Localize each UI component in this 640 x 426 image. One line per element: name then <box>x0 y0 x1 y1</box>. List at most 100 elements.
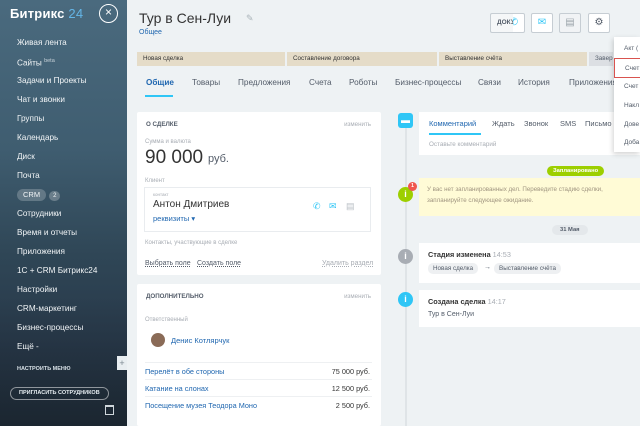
product-row: Катание на слонах 12 500 руб. <box>145 379 372 396</box>
date-separator: 31 Мая <box>552 225 588 235</box>
tab-links[interactable]: Связи <box>478 78 501 87</box>
composer-tab-email[interactable]: Письмо <box>585 119 612 128</box>
product-price: 12 500 руб. <box>331 384 370 393</box>
arrow-icon: → <box>484 264 491 271</box>
chat-icon[interactable]: ▤ <box>346 201 355 212</box>
gear-icon: ⚙ <box>594 17 604 28</box>
sidebar-item-settings[interactable]: Настройки <box>0 280 127 299</box>
document-button[interactable]: ДОКУМЕНТ <box>490 13 513 33</box>
dropdown-item-highlighted[interactable]: Счет <box>614 58 640 78</box>
product-price: 2 500 руб. <box>335 401 370 410</box>
product-price: 75 000 руб. <box>331 367 370 376</box>
tab-general[interactable]: Общие <box>146 78 174 87</box>
responsible-label: Ответственный <box>145 317 188 323</box>
avatar <box>151 333 165 347</box>
pencil-icon[interactable]: ✎ <box>246 13 254 24</box>
sidebar-item-bp[interactable]: Бизнес-процессы <box>0 318 127 337</box>
sidebar-item-1c[interactable]: 1С + CRM Битрикс24 <box>0 261 127 280</box>
product-name[interactable]: Посещение музея Теодора Моно <box>145 401 257 410</box>
info-icon: i <box>398 292 413 307</box>
edit-link[interactable]: изменить <box>344 121 371 128</box>
configure-menu-link[interactable]: НАСТРОИТЬ МЕНЮ <box>17 366 71 372</box>
dropdown-item[interactable]: Акт ( <box>614 39 640 59</box>
dropdown-item[interactable]: Счет <box>614 77 640 97</box>
edit-link[interactable]: изменить <box>344 293 371 300</box>
phone-icon[interactable]: ✆ <box>313 201 321 212</box>
crm-count-badge: 2 <box>49 191 61 201</box>
contact-name[interactable]: Антон Дмитриев <box>153 199 229 210</box>
sidebar-item-groups[interactable]: Группы <box>0 109 127 128</box>
chat-icon: ▤ <box>565 17 575 28</box>
logo[interactable]: Битрикс 24 <box>10 6 83 21</box>
sidebar-item-apps[interactable]: Приложения <box>0 242 127 261</box>
active-tab-underline <box>145 95 173 97</box>
deal-currency: руб. <box>208 153 229 165</box>
info-icon: i <box>398 249 413 264</box>
tab-bp[interactable]: Бизнес-процессы <box>395 78 461 87</box>
timeline-line <box>405 128 407 426</box>
tab-products[interactable]: Товары <box>192 78 220 87</box>
dropdown-item[interactable]: Накл <box>614 96 640 116</box>
stage-finish[interactable]: Заверш <box>589 52 613 66</box>
tab-robots[interactable]: Роботы <box>349 78 377 87</box>
sidebar-item-live-feed[interactable]: Живая лента <box>0 33 127 52</box>
trash-icon[interactable] <box>105 405 114 415</box>
sidebar-item-time[interactable]: Время и отчеты <box>0 223 127 242</box>
sidebar: Битрикс 24 × Живая лента Сайты beta Зада… <box>0 0 127 426</box>
composer-tab-call[interactable]: Звонок <box>524 119 548 128</box>
sidebar-item-crm[interactable]: CRM 2 <box>0 185 127 204</box>
responsible-name[interactable]: Денис Котлярчук <box>171 336 229 345</box>
sidebar-item-sites[interactable]: Сайты beta <box>0 52 127 71</box>
stage-new[interactable]: Новая сделка <box>137 52 285 66</box>
settings-button[interactable]: ⚙ <box>588 13 610 33</box>
dropdown-item[interactable]: Дове <box>614 115 640 135</box>
no-activities-warning: У вас нет запланированных дел. Переведит… <box>419 178 640 216</box>
product-name[interactable]: Катание на слонах <box>145 384 209 393</box>
mail-icon: ✉ <box>537 17 547 28</box>
deal-created-text: Тур в Сен-Луи <box>428 311 475 318</box>
chat-button[interactable]: ▤ <box>559 13 581 33</box>
document-dropdown: Акт ( Счет Счет Накл Дове Доба <box>614 37 640 152</box>
comment-input[interactable]: Оставьте комментарий <box>429 141 496 148</box>
stage-to-chip: Выставление счёта <box>494 263 561 274</box>
plus-icon[interactable]: + <box>117 356 127 370</box>
close-icon[interactable]: × <box>99 4 118 23</box>
tab-apps[interactable]: Приложения <box>569 78 617 87</box>
dropdown-item[interactable]: Доба <box>614 133 640 152</box>
sidebar-item-disk[interactable]: Диск <box>0 147 127 166</box>
sidebar-menu: Живая лента Сайты beta Задачи и Проекты … <box>0 33 127 356</box>
sidebar-item-calendar[interactable]: Календарь <box>0 128 127 147</box>
composer-tab-comment[interactable]: Комментарий <box>429 119 476 128</box>
mail-button[interactable]: ✉ <box>531 13 553 33</box>
contact-box: контакт Антон Дмитриев реквизиты ▾ ✆ ✉ ▤ <box>144 187 371 232</box>
stage-changed-title: Стадия изменена 14:53 <box>428 250 511 259</box>
stage-contract[interactable]: Составление договора <box>287 52 437 66</box>
tab-offers[interactable]: Предложения <box>238 78 290 87</box>
delete-section-link[interactable]: Удалить раздел <box>322 260 373 267</box>
page-title: Тур в Сен-Луи <box>139 10 232 26</box>
sidebar-item-more[interactable]: Ещё - <box>0 337 127 356</box>
requisites-link[interactable]: реквизиты ▾ <box>153 214 195 223</box>
sidebar-item-chat[interactable]: Чат и звонки <box>0 90 127 109</box>
card-title: О СДЕЛКЕ <box>146 121 178 128</box>
deal-created-card <box>419 290 640 327</box>
invite-button[interactable]: ПРИГЛАСИТЬ СОТРУДНИКОВ <box>10 387 109 400</box>
create-field-link[interactable]: Создать поле <box>197 260 241 267</box>
tab-invoices[interactable]: Счета <box>309 78 332 87</box>
mail-icon[interactable]: ✉ <box>329 201 337 212</box>
choose-field-link[interactable]: Выбрать поле <box>145 260 191 267</box>
stage-invoice[interactable]: Выставление счёта <box>439 52 587 66</box>
sidebar-item-tasks[interactable]: Задачи и Проекты <box>0 71 127 90</box>
sidebar-item-crm-marketing[interactable]: CRM-маркетинг <box>0 299 127 318</box>
product-row: Перелёт в обе стороны 75 000 руб. <box>145 362 372 379</box>
contact-tag: контакт <box>153 192 169 197</box>
stage-bar: Новая сделка Составление договора Выстав… <box>137 52 613 66</box>
sidebar-item-employees[interactable]: Сотрудники <box>0 204 127 223</box>
sidebar-item-mail[interactable]: Почта <box>0 166 127 185</box>
composer-tab-wait[interactable]: Ждать <box>492 119 515 128</box>
pipeline-link[interactable]: Общее <box>139 29 162 36</box>
product-name[interactable]: Перелёт в обе стороны <box>145 367 224 376</box>
composer-tab-sms[interactable]: SMS <box>560 119 576 128</box>
client-label: Клиент <box>145 178 165 184</box>
tab-history[interactable]: История <box>518 78 550 87</box>
